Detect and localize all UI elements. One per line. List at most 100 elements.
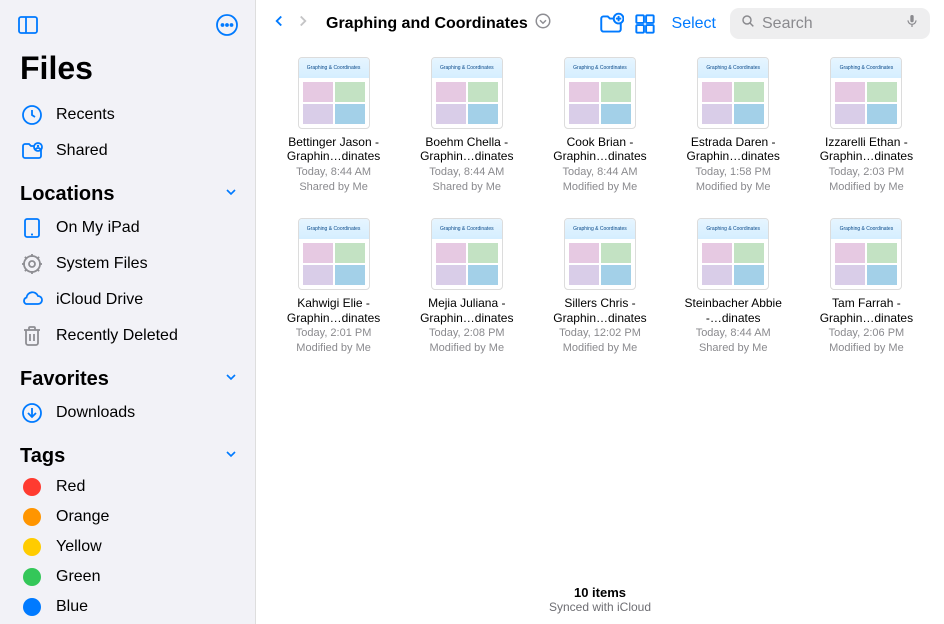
file-thumbnail: Graphing & Coordinates bbox=[298, 218, 370, 290]
file-status: Modified by Me bbox=[829, 180, 904, 194]
file-name: Steinbacher Abbie -…dinates bbox=[676, 296, 791, 325]
tag-dot-icon bbox=[23, 598, 41, 616]
sidebar: Files Recents Shared Locations On My iPa… bbox=[0, 0, 256, 624]
item-count: 10 items bbox=[256, 585, 944, 600]
dictation-icon[interactable] bbox=[904, 13, 920, 34]
sidebar-item-label: Yellow bbox=[56, 538, 102, 556]
select-button[interactable]: Select bbox=[666, 15, 722, 33]
file-time: Today, 12:02 PM bbox=[559, 326, 641, 340]
file-time: Today, 1:58 PM bbox=[695, 165, 771, 179]
sidebar-item-label: Downloads bbox=[56, 404, 135, 422]
file-status: Modified by Me bbox=[296, 341, 371, 355]
sidebar-item-tag-blue[interactable]: Blue bbox=[0, 592, 255, 622]
file-status: Shared by Me bbox=[299, 180, 367, 194]
sidebar-item-label: On My iPad bbox=[56, 219, 140, 237]
file-thumbnail: Graphing & Coordinates bbox=[830, 218, 902, 290]
file-status: Modified by Me bbox=[829, 341, 904, 355]
sidebar-item-label: Orange bbox=[56, 508, 109, 526]
sync-status: Synced with iCloud bbox=[256, 600, 944, 614]
view-mode-button[interactable] bbox=[632, 11, 658, 37]
file-item[interactable]: Graphing & Coordinates Bettinger Jason -… bbox=[276, 57, 391, 194]
sidebar-item-on-my-ipad[interactable]: On My iPad bbox=[0, 210, 255, 246]
file-item[interactable]: Graphing & Coordinates Mejia Juliana - G… bbox=[409, 218, 524, 355]
thumb-title: Graphing & Coordinates bbox=[698, 58, 768, 78]
file-item[interactable]: Graphing & Coordinates Sillers Chris - G… bbox=[542, 218, 657, 355]
file-item[interactable]: Graphing & Coordinates Cook Brian - Grap… bbox=[542, 57, 657, 194]
main-content: Graphing and Coordinates Select Graphing… bbox=[256, 0, 944, 624]
search-input[interactable] bbox=[762, 15, 898, 33]
trash-icon bbox=[20, 324, 44, 348]
file-thumbnail: Graphing & Coordinates bbox=[697, 57, 769, 129]
file-item[interactable]: Graphing & Coordinates Izzarelli Ethan -… bbox=[809, 57, 924, 194]
file-item[interactable]: Graphing & Coordinates Kahwigi Elie - Gr… bbox=[276, 218, 391, 355]
file-thumbnail: Graphing & Coordinates bbox=[830, 57, 902, 129]
file-thumbnail: Graphing & Coordinates bbox=[431, 57, 503, 129]
file-time: Today, 2:01 PM bbox=[296, 326, 372, 340]
sidebar-item-label: Shared bbox=[56, 142, 108, 160]
thumb-title: Graphing & Coordinates bbox=[432, 219, 502, 239]
back-button[interactable] bbox=[270, 12, 288, 35]
file-status: Modified by Me bbox=[563, 180, 638, 194]
sidebar-item-tag-orange[interactable]: Orange bbox=[0, 502, 255, 532]
download-icon bbox=[20, 401, 44, 425]
file-item[interactable]: Graphing & Coordinates Steinbacher Abbie… bbox=[676, 218, 791, 355]
file-thumbnail: Graphing & Coordinates bbox=[298, 57, 370, 129]
file-time: Today, 8:44 AM bbox=[696, 326, 771, 340]
section-label: Favorites bbox=[20, 368, 109, 391]
section-label: Locations bbox=[20, 183, 114, 206]
chevron-down-icon bbox=[223, 446, 239, 467]
thumb-title: Graphing & Coordinates bbox=[831, 58, 901, 78]
sidebar-item-tag-green[interactable]: Green bbox=[0, 562, 255, 592]
file-time: Today, 2:06 PM bbox=[829, 326, 905, 340]
tag-dot-icon bbox=[23, 478, 41, 496]
new-folder-button[interactable] bbox=[598, 11, 624, 37]
file-time: Today, 8:44 AM bbox=[296, 165, 371, 179]
section-header-locations[interactable]: Locations bbox=[0, 169, 255, 210]
section-header-favorites[interactable]: Favorites bbox=[0, 354, 255, 395]
file-time: Today, 8:44 AM bbox=[429, 165, 504, 179]
file-thumbnail: Graphing & Coordinates bbox=[697, 218, 769, 290]
file-name: Izzarelli Ethan - Graphin…dinates bbox=[809, 135, 924, 164]
sidebar-item-downloads[interactable]: Downloads bbox=[0, 395, 255, 431]
sidebar-item-icloud-drive[interactable]: iCloud Drive bbox=[0, 282, 255, 318]
sidebar-item-recently-deleted[interactable]: Recently Deleted bbox=[0, 318, 255, 354]
file-status: Shared by Me bbox=[433, 180, 501, 194]
sidebar-item-tag-red[interactable]: Red bbox=[0, 472, 255, 502]
search-icon bbox=[740, 13, 756, 34]
file-status: Modified by Me bbox=[696, 180, 771, 194]
more-options-icon[interactable] bbox=[215, 13, 239, 42]
file-name: Mejia Juliana - Graphin…dinates bbox=[409, 296, 524, 325]
file-thumbnail: Graphing & Coordinates bbox=[431, 218, 503, 290]
sidebar-item-recents[interactable]: Recents bbox=[0, 97, 255, 133]
sidebar-item-shared[interactable]: Shared bbox=[0, 133, 255, 169]
sidebar-item-label: Blue bbox=[56, 598, 88, 616]
chevron-right-icon bbox=[294, 12, 312, 35]
ipad-icon bbox=[20, 216, 44, 240]
file-item[interactable]: Graphing & Coordinates Estrada Daren - G… bbox=[676, 57, 791, 194]
chevron-down-icon bbox=[223, 369, 239, 390]
breadcrumb: Graphing and Coordinates bbox=[270, 12, 552, 35]
sidebar-item-system-files[interactable]: System Files bbox=[0, 246, 255, 282]
file-name: Sillers Chris - Graphin…dinates bbox=[542, 296, 657, 325]
file-time: Today, 2:08 PM bbox=[429, 326, 505, 340]
sidebar-toggle-icon[interactable] bbox=[16, 13, 40, 42]
folder-dropdown-icon[interactable] bbox=[534, 12, 552, 35]
file-item[interactable]: Graphing & Coordinates Boehm Chella - Gr… bbox=[409, 57, 524, 194]
folder-shared-icon bbox=[20, 139, 44, 163]
file-status: Modified by Me bbox=[429, 341, 504, 355]
thumb-title: Graphing & Coordinates bbox=[299, 58, 369, 78]
file-time: Today, 8:44 AM bbox=[562, 165, 637, 179]
folder-title[interactable]: Graphing and Coordinates bbox=[326, 15, 528, 33]
sidebar-item-tag-yellow[interactable]: Yellow bbox=[0, 532, 255, 562]
section-label: Tags bbox=[20, 445, 65, 468]
tag-dot-icon bbox=[23, 568, 41, 586]
file-time: Today, 2:03 PM bbox=[829, 165, 905, 179]
file-name: Boehm Chella - Graphin…dinates bbox=[409, 135, 524, 164]
thumb-title: Graphing & Coordinates bbox=[565, 58, 635, 78]
thumb-title: Graphing & Coordinates bbox=[299, 219, 369, 239]
section-header-tags[interactable]: Tags bbox=[0, 431, 255, 472]
thumb-title: Graphing & Coordinates bbox=[698, 219, 768, 239]
gear-icon bbox=[20, 252, 44, 276]
search-field[interactable] bbox=[730, 8, 930, 39]
file-item[interactable]: Graphing & Coordinates Tam Farrah - Grap… bbox=[809, 218, 924, 355]
